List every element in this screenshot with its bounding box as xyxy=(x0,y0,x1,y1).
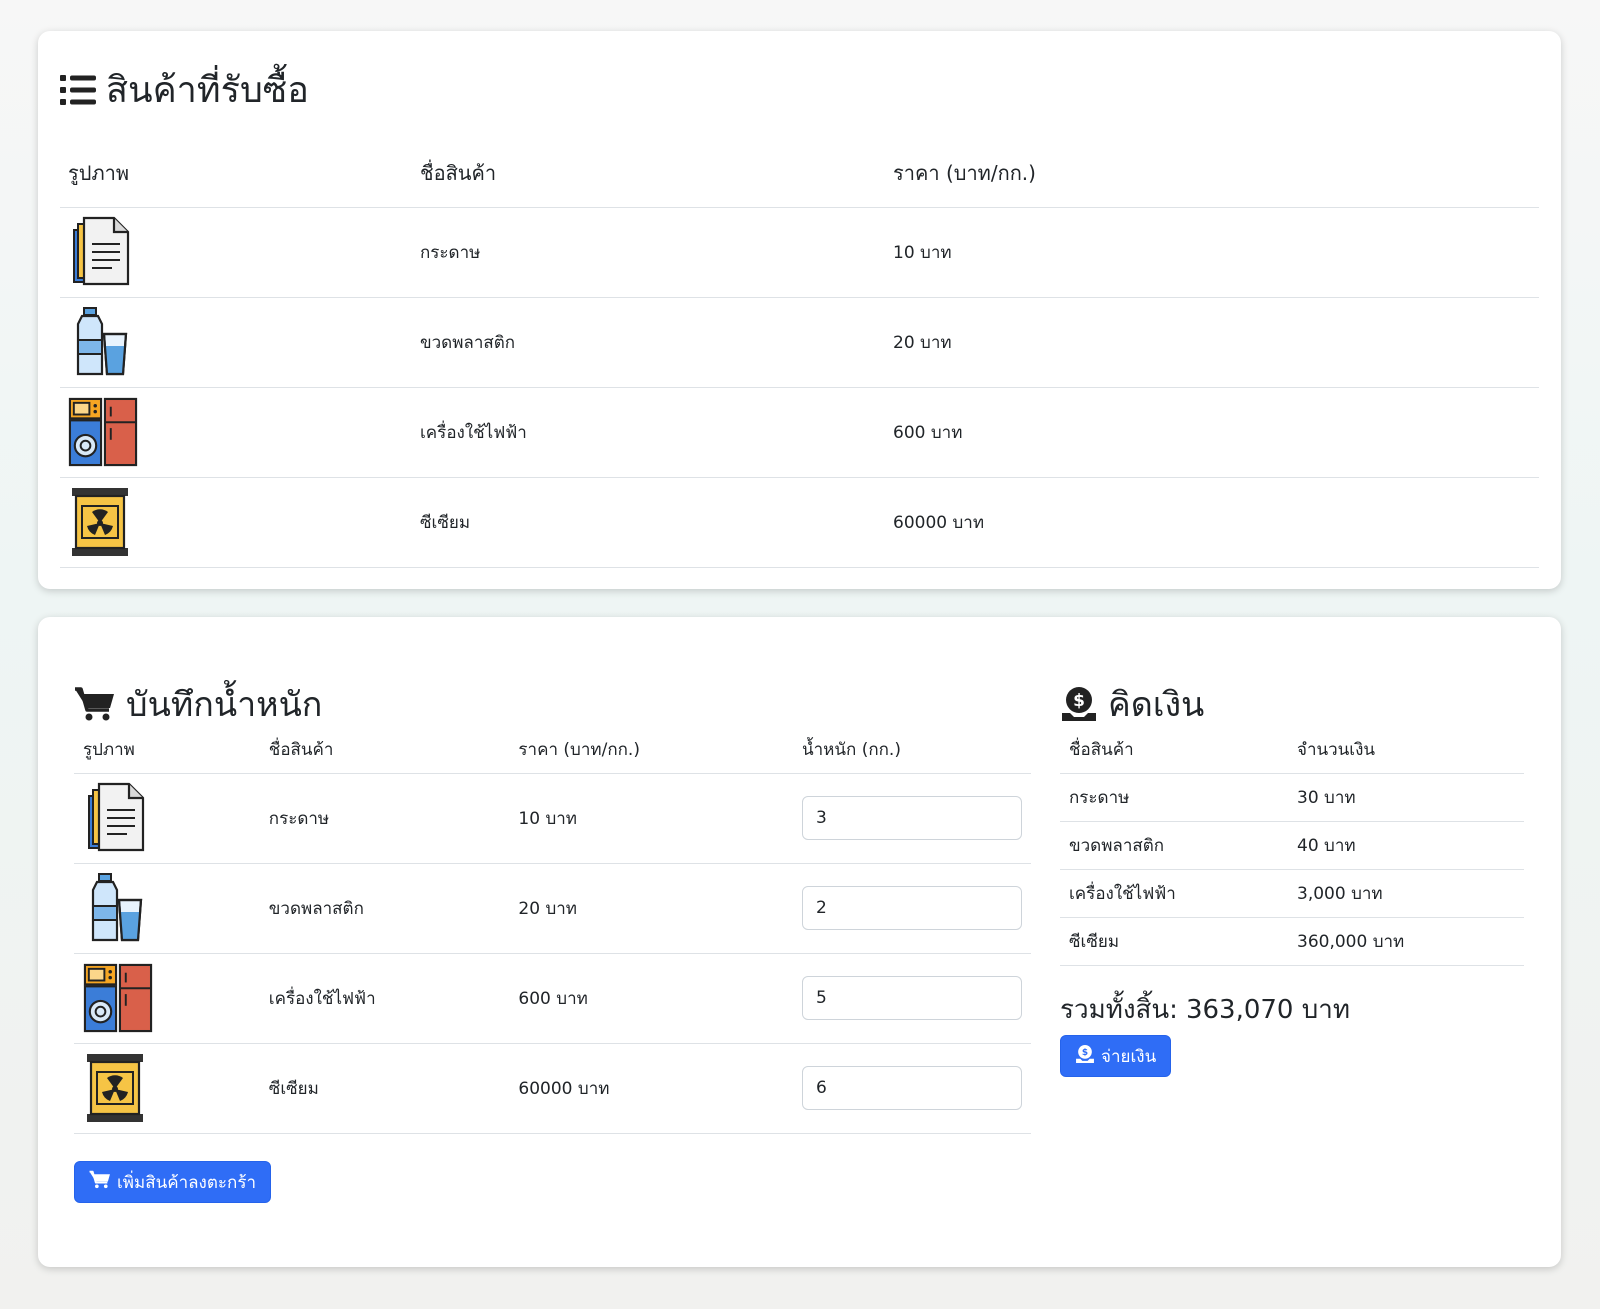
checkout-heading: $ คิดเงิน xyxy=(1060,677,1204,731)
table-row: ซีเซียม 360,000 บาท xyxy=(1060,917,1524,966)
line-amount: 30 บาท xyxy=(1288,773,1524,822)
product-name: ขวดพลาสติก xyxy=(1060,821,1288,870)
product-image-cell xyxy=(60,297,412,388)
product-image-cell xyxy=(74,863,260,954)
product-name: เครื่องใช้ไฟฟ้า xyxy=(259,953,510,1044)
grand-total: รวมทั้งสิ้น: 363,070 บาท xyxy=(1060,989,1350,1030)
product-image-cell xyxy=(74,1043,260,1134)
table-row: ขวดพลาสติก 20 บาท xyxy=(74,863,1031,954)
col-header-amount: จำนวนเงิน xyxy=(1288,727,1524,774)
product-price: 60000 บาท xyxy=(885,477,1539,568)
table-header-row: รูปภาพ ชื่อสินค้า ราคา (บาท/กก.) น้ำหนัก… xyxy=(74,727,1031,774)
product-image-cell xyxy=(60,387,412,478)
product-price: 600 บาท xyxy=(885,387,1539,478)
checkout-title-text: คิดเงิน xyxy=(1108,685,1205,725)
product-price: 600 บาท xyxy=(509,953,793,1044)
weight-input-plastic-bottle[interactable] xyxy=(802,886,1022,930)
line-amount: 360,000 บาท xyxy=(1288,917,1524,966)
weight-cell xyxy=(793,773,1031,864)
product-price: 20 บาท xyxy=(509,863,793,954)
product-name: กระดาษ xyxy=(1060,773,1288,822)
col-header-price: ราคา (บาท/กก.) xyxy=(885,139,1539,208)
product-name: เครื่องใช้ไฟฟ้า xyxy=(412,387,885,478)
record-title-text: บันทึกน้ำหนัก xyxy=(126,685,323,725)
product-image-cell xyxy=(60,477,412,568)
table-row: เครื่องใช้ไฟฟ้า 600 บาท xyxy=(74,953,1031,1044)
col-header-name: ชื่อสินค้า xyxy=(1060,727,1288,774)
weight-cell xyxy=(793,1043,1031,1134)
appliances-icon xyxy=(83,962,153,1034)
paper-icon xyxy=(68,216,132,288)
table-row: กระดาษ 30 บาท xyxy=(1060,773,1524,822)
catalog-card: สินค้าที่รับซื้อ รูปภาพ ชื่อสินค้า ราคา … xyxy=(38,31,1561,589)
table-row: ขวดพลาสติก 20 บาท xyxy=(60,297,1539,388)
product-price: 60000 บาท xyxy=(509,1043,793,1134)
plastic-bottle-icon xyxy=(68,306,132,378)
product-price: 10 บาท xyxy=(509,773,793,864)
radioactive-barrel-icon xyxy=(68,486,132,558)
col-header-weight: น้ำหนัก (กก.) xyxy=(793,727,1031,774)
product-name: ซีเซียม xyxy=(412,477,885,568)
catalog-table: รูปภาพ ชื่อสินค้า ราคา (บาท/กก.) กระดาษ … xyxy=(60,139,1539,568)
order-card: บันทึกน้ำหนัก รูปภาพ ชื่อสินค้า ราคา (บา… xyxy=(38,617,1561,1267)
col-header-name: ชื่อสินค้า xyxy=(259,727,510,774)
appliances-icon xyxy=(68,396,138,468)
table-row: กระดาษ 10 บาท xyxy=(74,773,1031,864)
col-header-image: รูปภาพ xyxy=(60,139,412,208)
table-row: เครื่องใช้ไฟฟ้า 600 บาท xyxy=(60,387,1539,478)
weight-input-paper[interactable] xyxy=(802,796,1022,840)
product-name: กระดาษ xyxy=(259,773,510,864)
record-heading: บันทึกน้ำหนัก xyxy=(74,677,322,731)
product-name: กระดาษ xyxy=(412,207,885,298)
product-image-cell xyxy=(74,773,260,864)
product-name: ซีเซียม xyxy=(259,1043,510,1134)
checkout-table: ชื่อสินค้า จำนวนเงิน กระดาษ 30 บาท ขวดพล… xyxy=(1060,727,1524,966)
radioactive-barrel-icon xyxy=(83,1052,147,1124)
product-name: ขวดพลาสติก xyxy=(412,297,885,388)
money-icon: $ xyxy=(1060,685,1098,723)
product-name: เครื่องใช้ไฟฟ้า xyxy=(1060,869,1288,918)
catalog-heading: สินค้าที่รับซื้อ xyxy=(60,61,309,118)
col-header-name: ชื่อสินค้า xyxy=(412,139,885,208)
product-price: 20 บาท xyxy=(885,297,1539,388)
list-icon xyxy=(60,74,96,105)
catalog-title-text: สินค้าที่รับซื้อ xyxy=(106,70,309,111)
cart-icon xyxy=(89,1170,111,1194)
col-header-image: รูปภาพ xyxy=(74,727,260,774)
plastic-bottle-icon xyxy=(83,872,147,944)
add-to-cart-button[interactable]: เพิ่มสินค้าลงตะกร้า xyxy=(74,1161,271,1203)
pay-button-label: จ่ายเงิน xyxy=(1101,1046,1157,1067)
product-image-cell xyxy=(60,207,412,298)
product-name: ขวดพลาสติก xyxy=(259,863,510,954)
weight-input-appliances[interactable] xyxy=(802,976,1022,1020)
weight-input-cesium[interactable] xyxy=(802,1066,1022,1110)
cart-icon xyxy=(74,686,116,722)
paper-icon xyxy=(83,782,147,854)
table-row: เครื่องใช้ไฟฟ้า 3,000 บาท xyxy=(1060,869,1524,918)
weight-table: รูปภาพ ชื่อสินค้า ราคา (บาท/กก.) น้ำหนัก… xyxy=(74,727,1031,1134)
svg-text:$: $ xyxy=(1073,691,1085,711)
weight-cell xyxy=(793,863,1031,954)
line-amount: 3,000 บาท xyxy=(1288,869,1524,918)
product-name: ซีเซียม xyxy=(1060,917,1288,966)
product-price: 10 บาท xyxy=(885,207,1539,298)
col-header-price: ราคา (บาท/กก.) xyxy=(509,727,793,774)
weight-cell xyxy=(793,953,1031,1044)
money-icon: $ xyxy=(1075,1044,1095,1069)
table-header-row: รูปภาพ ชื่อสินค้า ราคา (บาท/กก.) xyxy=(60,139,1539,208)
product-image-cell xyxy=(74,953,260,1044)
table-header-row: ชื่อสินค้า จำนวนเงิน xyxy=(1060,727,1524,774)
table-row: ซีเซียม 60000 บาท xyxy=(74,1043,1031,1134)
add-to-cart-label: เพิ่มสินค้าลงตะกร้า xyxy=(117,1172,256,1193)
table-row: ขวดพลาสติก 40 บาท xyxy=(1060,821,1524,870)
line-amount: 40 บาท xyxy=(1288,821,1524,870)
svg-text:$: $ xyxy=(1082,1048,1088,1058)
pay-button[interactable]: $ จ่ายเงิน xyxy=(1060,1035,1172,1077)
grand-total-label: รวมทั้งสิ้น: xyxy=(1060,995,1178,1025)
table-row: กระดาษ 10 บาท xyxy=(60,207,1539,298)
table-row: ซีเซียม 60000 บาท xyxy=(60,477,1539,568)
grand-total-value: 363,070 บาท xyxy=(1185,995,1350,1025)
